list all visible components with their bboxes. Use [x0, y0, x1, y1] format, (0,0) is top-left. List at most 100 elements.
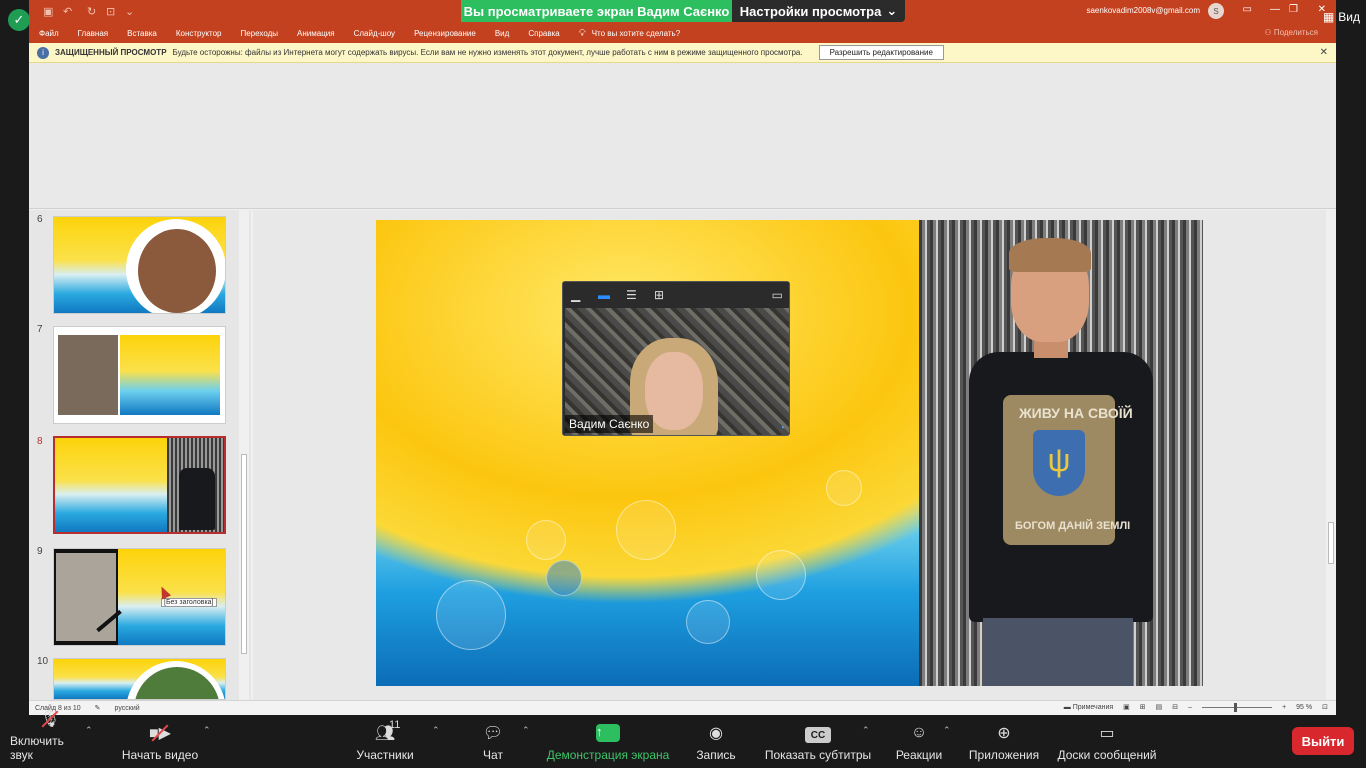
- unmute-button[interactable]: 🎙︎ Включить звук: [10, 710, 90, 768]
- apps-button[interactable]: ⊕ Приложения: [966, 715, 1042, 768]
- gallery-view-icon[interactable]: ⊞: [654, 288, 664, 302]
- zoom-window: ▣ ↶ ↻ ⊡ ⌄ saenkovadim2008v@gmail.com S ▭…: [0, 0, 1366, 768]
- zoom-slider-knob[interactable]: [1234, 702, 1238, 712]
- zoom-in-icon[interactable]: +: [1282, 704, 1286, 711]
- trident-icon: ψ: [1047, 442, 1071, 478]
- bokeh-bubble: [526, 520, 566, 560]
- share-banner: Вы просматриваете экран Вадим Саєнко: [461, 0, 732, 22]
- slide-thumbnail-7[interactable]: [53, 326, 226, 424]
- language-indicator[interactable]: русский: [115, 705, 140, 712]
- customize-quick-access-icon[interactable]: ⌄: [125, 5, 134, 18]
- enable-editing-button[interactable]: Разрешить редактирование: [818, 45, 944, 60]
- fit-slide-icon[interactable]: ⊡: [1322, 703, 1328, 711]
- video-options-chevron-icon[interactable]: ⌃: [203, 725, 211, 736]
- menu-transitions[interactable]: Переходы: [240, 29, 278, 38]
- smiley-icon: ☺: [910, 724, 928, 741]
- slide-thumbnail-9[interactable]: [53, 548, 226, 646]
- tell-me-box[interactable]: 💡︎ Что вы хотите сделать?: [579, 28, 680, 39]
- floating-video-panel[interactable]: ▁ ▬ ☰ ⊞ ▭ Вадим Саєнко ◔: [562, 281, 790, 436]
- participants-chevron-icon[interactable]: ⌃: [432, 725, 440, 736]
- thumb-number: 7: [37, 324, 43, 335]
- menu-animations[interactable]: Анимация: [297, 29, 335, 38]
- restore-icon[interactable]: ❐: [1289, 4, 1298, 15]
- notes-button[interactable]: ▬ Примечания: [1064, 704, 1113, 711]
- zoom-level[interactable]: 95 %: [1296, 704, 1312, 711]
- chat-chevron-icon[interactable]: ⌃: [522, 725, 530, 736]
- audio-options-chevron-icon[interactable]: ⌃: [85, 725, 93, 736]
- thumb-number: 6: [37, 214, 43, 225]
- notes-label: Примечания: [1072, 703, 1114, 711]
- view-options-label: Настройки просмотра: [739, 3, 882, 19]
- captions-chevron-icon[interactable]: ⌃: [862, 725, 870, 736]
- menu-file[interactable]: Файл: [39, 29, 59, 38]
- account-avatar[interactable]: S: [1208, 3, 1224, 19]
- share-screen-icon: ↑: [596, 724, 620, 742]
- scrollbar-thumb[interactable]: [241, 454, 247, 654]
- slideshow-icon[interactable]: ⊟: [1172, 703, 1178, 711]
- participants-button[interactable]: 👥︎ 11 Участники: [352, 715, 418, 768]
- reading-view-icon[interactable]: ▤: [1156, 703, 1163, 711]
- ppt-share-label: Поделиться: [1273, 28, 1318, 37]
- slide-sorter-icon[interactable]: ⊞: [1140, 703, 1146, 711]
- minimize-icon[interactable]: —: [1270, 4, 1280, 15]
- view-button[interactable]: ▦ Вид: [1323, 10, 1360, 24]
- share-screen-label: Демонстрация экрана: [546, 748, 670, 762]
- menu-view[interactable]: Вид: [495, 29, 509, 38]
- grid-icon: ▦: [1322, 10, 1335, 24]
- speaker-view-icon[interactable]: ▬: [598, 288, 610, 302]
- slideshow-from-start-icon[interactable]: ⊡: [106, 5, 115, 18]
- redo-icon[interactable]: ↻: [87, 5, 96, 18]
- menu-help[interactable]: Справка: [528, 29, 559, 38]
- whiteboards-button[interactable]: ▭ Доски сообщений: [1054, 715, 1160, 768]
- ppt-share-button[interactable]: ⚇ Поделиться: [1264, 28, 1318, 37]
- menu-home[interactable]: Главная: [78, 29, 108, 38]
- menu-insert[interactable]: Вставка: [127, 29, 157, 38]
- bokeh-bubble: [436, 580, 506, 650]
- thumb-number: 9: [37, 546, 43, 557]
- view-options-button[interactable]: Настройки просмотра ⌄: [732, 0, 905, 22]
- share-screen-button[interactable]: ↑ Демонстрация экрана: [545, 715, 671, 768]
- editor-scrollbar[interactable]: [1326, 210, 1336, 700]
- participants-label: Участники: [356, 748, 414, 762]
- portrait-photo: [138, 229, 216, 313]
- slide-thumbnails-pane[interactable]: 6 7 8 9 10 [Без заголовка]: [29, 210, 251, 700]
- start-video-button[interactable]: ■▶ Начать видео: [121, 715, 199, 768]
- encryption-shield-icon[interactable]: ✓: [8, 9, 30, 31]
- save-icon[interactable]: ▣: [43, 5, 53, 18]
- strip-view-icon[interactable]: ☰: [626, 288, 637, 302]
- menu-review[interactable]: Рецензирование: [414, 29, 476, 38]
- slide-thumbnail-8[interactable]: [53, 436, 226, 534]
- participants-count: 11: [389, 719, 401, 731]
- background-photo: [120, 335, 220, 415]
- notes-icon: ▬: [1063, 703, 1073, 711]
- scrollbar-thumb[interactable]: [1328, 522, 1334, 564]
- zoom-out-icon[interactable]: –: [1188, 704, 1192, 711]
- menu-design[interactable]: Конструктор: [176, 29, 222, 38]
- minimize-video-icon[interactable]: ▁: [571, 288, 580, 302]
- captions-button[interactable]: CC Показать субтитры: [764, 715, 872, 768]
- undo-icon[interactable]: ↶: [63, 5, 72, 18]
- reactions-chevron-icon[interactable]: ⌃: [943, 725, 951, 736]
- spellcheck-icon[interactable]: ✎: [95, 704, 101, 712]
- slide-thumbnail-10[interactable]: [53, 658, 226, 700]
- normal-view-icon[interactable]: ▣: [1123, 703, 1130, 711]
- record-button[interactable]: ◉ Запись: [694, 715, 738, 768]
- ribbon-display-options-icon[interactable]: ▭: [1243, 4, 1252, 15]
- reactions-button[interactable]: ☺ Реакции: [894, 715, 944, 768]
- camera-off-icon: ■▶: [147, 723, 173, 743]
- pip-icon[interactable]: ▭: [772, 288, 783, 302]
- close-icon[interactable]: ✕: [1320, 47, 1328, 58]
- unmute-label: Включить звук: [10, 734, 64, 762]
- protected-view-title: ЗАЩИЩЕННЫЙ ПРОСМОТР: [55, 48, 167, 57]
- zoom-slider[interactable]: [1202, 702, 1273, 712]
- chevron-down-icon: ⌄: [886, 3, 898, 18]
- menu-slideshow[interactable]: Слайд-шоу: [354, 29, 395, 38]
- leave-button[interactable]: Выйти: [1292, 727, 1354, 755]
- shirt-print-bottom: БОГОМ ДАНІЙ ЗЕМЛІ: [1015, 520, 1131, 532]
- thumbnail-scrollbar[interactable]: [239, 210, 249, 700]
- tooltip: [Без заголовка]: [161, 598, 217, 607]
- portrait-hair: [1009, 238, 1091, 272]
- slide-thumbnail-6[interactable]: [53, 216, 226, 314]
- portrait-jeans: [983, 618, 1133, 686]
- chat-button[interactable]: 💬︎ Чат: [478, 715, 508, 768]
